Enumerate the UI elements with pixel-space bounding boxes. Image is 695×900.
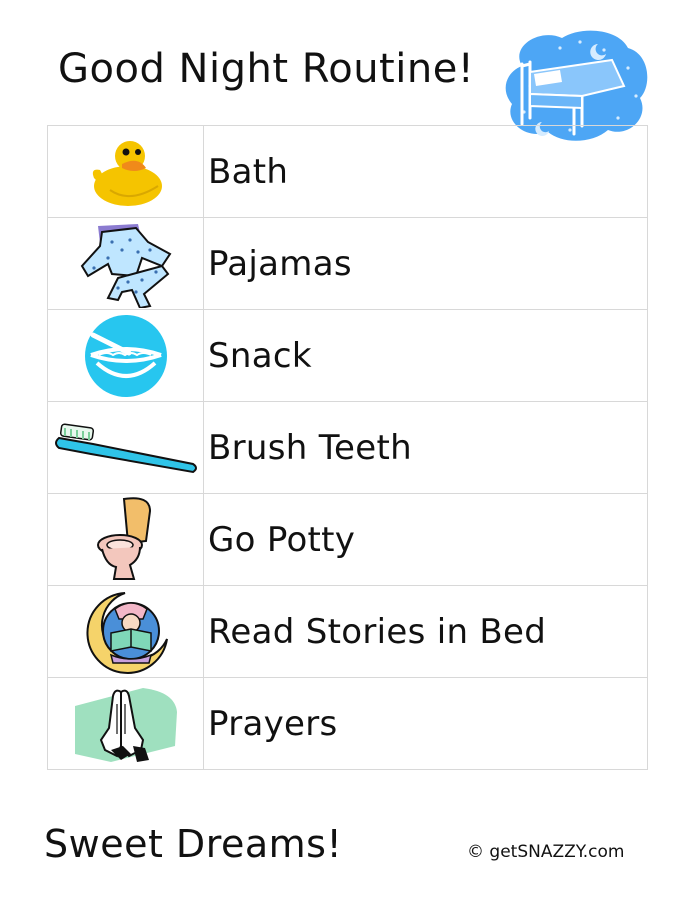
reading-moon-icon [85,591,168,674]
step-label: Go Potty [203,493,648,586]
routine-row: Go Potty [47,493,648,586]
step-label: Read Stories in Bed [203,585,648,678]
routine-row: Snack [47,309,648,402]
step-label: Brush Teeth [203,401,648,494]
cereal-bowl-icon [84,314,167,397]
page-title: Good Night Routine! [58,46,475,92]
routine-row: Pajamas [47,217,648,310]
routine-row: Brush Teeth [47,401,648,494]
step-label: Pajamas [203,217,648,310]
pajamas-icon [80,223,171,308]
routine-row: Bath [47,125,648,218]
closing-message: Sweet Dreams! [44,822,343,866]
routine-row: Prayers [47,677,648,770]
rubber-duck-icon [92,140,162,206]
toothbrush-icon [54,422,197,473]
step-label: Prayers [203,677,648,770]
routine-table: Bath Pajamas Snack Brush Teeth Go Potty … [47,125,648,770]
step-label: Snack [203,309,648,402]
copyright-text: © getSNAZZY.com [467,842,625,862]
routine-row: Read Stories in Bed [47,585,648,678]
praying-hands-icon [74,687,177,762]
step-label: Bath [203,125,648,218]
toilet-icon [96,496,151,580]
